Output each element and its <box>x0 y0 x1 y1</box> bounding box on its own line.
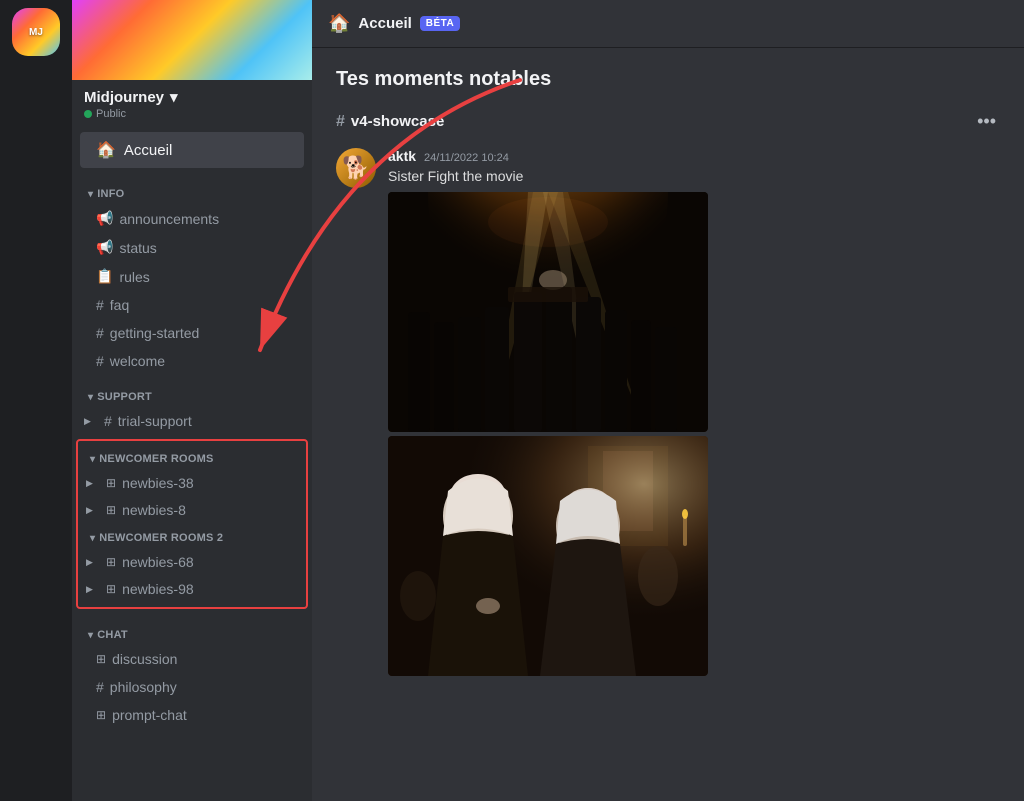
server-name-label: Midjourney <box>84 89 164 106</box>
channel-name-newbies-8: newbies-8 <box>122 502 186 518</box>
newcomer-rooms-section: ▾ NEWCOMER ROOMS ⊞ newbies-38 ⊞ newbies-… <box>76 439 308 609</box>
channel-name-faq: faq <box>110 297 129 313</box>
channel-philosophy[interactable]: # philosophy <box>80 674 304 700</box>
server-status-label: Public <box>96 108 126 120</box>
getting-started-hash-icon: # <box>96 325 104 341</box>
channel-discussion[interactable]: ⊞ discussion <box>80 646 304 672</box>
newcomer-rooms-label: NEWCOMER ROOMS <box>99 453 213 465</box>
accueil-nav-item[interactable]: 🏠 Accueil <box>80 132 304 168</box>
support-section-label: SUPPORT <box>97 391 152 403</box>
newcomer-rooms-2-label: NEWCOMER ROOMS 2 <box>99 532 223 544</box>
showcase-hash-icon: # <box>336 113 345 131</box>
message-author: aktk <box>388 148 416 164</box>
discussion-icon: ⊞ <box>96 652 106 666</box>
announcement-icon: 📢 <box>96 210 113 227</box>
newcomer-rooms-2-header[interactable]: ▾ NEWCOMER ROOMS 2 <box>78 524 306 548</box>
server-name-button[interactable]: Midjourney ▾ <box>84 88 300 106</box>
newcomer-rooms-2-arrow: ▾ <box>90 533 95 544</box>
newbies-38-icon: ⊞ <box>106 476 116 490</box>
channel-welcome[interactable]: # welcome <box>80 348 304 374</box>
chat-section-header[interactable]: ▾ CHAT <box>72 613 312 645</box>
info-section-header[interactable]: ▾ INFO <box>72 172 312 204</box>
server-info: Midjourney ▾ Public <box>72 80 312 128</box>
channel-name-announcements: announcements <box>119 211 219 227</box>
message-body: aktk 24/11/2022 10:24 Sister Fight the m… <box>388 148 1000 676</box>
message-container: 🐕 aktk 24/11/2022 10:24 Sister Fight the… <box>336 148 1000 676</box>
trial-support-hash-icon: # <box>104 413 112 429</box>
chat-section-arrow: ▾ <box>88 630 93 641</box>
newbies-8-icon: ⊞ <box>106 503 116 517</box>
message-meta: aktk 24/11/2022 10:24 <box>388 148 1000 164</box>
avatar: 🐕 <box>336 148 376 188</box>
main-title: Accueil <box>358 15 411 32</box>
server-status: Public <box>84 108 300 120</box>
newbies-68-icon: ⊞ <box>106 555 116 569</box>
rules-icon: 📋 <box>96 268 113 285</box>
channel-trial-support[interactable]: # trial-support <box>80 408 304 434</box>
info-section-arrow: ▾ <box>88 189 93 200</box>
chat-section-label: CHAT <box>97 629 128 641</box>
main-content: 🏠 Accueil BÉTA Tes moments notables # v4… <box>312 0 1024 801</box>
welcome-hash-icon: # <box>96 353 104 369</box>
message-time: 24/11/2022 10:24 <box>424 152 509 164</box>
midjourney-server-icon[interactable]: MJ <box>12 8 60 56</box>
channel-name-newbies-68: newbies-68 <box>122 554 194 570</box>
avatar-emoji: 🐕 <box>342 155 369 181</box>
channel-prompt-chat[interactable]: ⊞ prompt-chat <box>80 702 304 728</box>
message-image-top[interactable] <box>388 192 708 432</box>
channel-rules[interactable]: 📋 rules <box>80 263 304 290</box>
channel-announcements[interactable]: 📢 announcements <box>80 205 304 232</box>
more-options-button[interactable]: ••• <box>973 107 1000 136</box>
images-grid <box>388 192 708 676</box>
channel-name-trial-support: trial-support <box>118 413 192 429</box>
channel-name-prompt-chat: prompt-chat <box>112 707 187 723</box>
channel-faq[interactable]: # faq <box>80 292 304 318</box>
channel-sidebar: Midjourney ▾ Public 🏠 Accueil ▾ INFO 📢 a… <box>72 0 312 801</box>
server-sidebar: MJ <box>0 0 72 801</box>
philosophy-hash-icon: # <box>96 679 104 695</box>
main-home-icon: 🏠 <box>328 13 350 34</box>
beta-badge: BÉTA <box>420 16 460 31</box>
main-header: 🏠 Accueil BÉTA <box>312 0 1024 48</box>
channel-name-rules: rules <box>119 269 149 285</box>
channel-newbies-68[interactable]: ⊞ newbies-68 <box>82 549 302 575</box>
moments-title: Tes moments notables <box>336 68 1000 91</box>
info-section-label: INFO <box>97 188 124 200</box>
newbies-98-icon: ⊞ <box>106 582 116 596</box>
showcase-header: # v4-showcase ••• <box>336 107 1000 136</box>
showcase-channel-name: v4-showcase <box>351 113 444 130</box>
channel-getting-started[interactable]: # getting-started <box>80 320 304 346</box>
channel-name-newbies-38: newbies-38 <box>122 475 194 491</box>
faq-hash-icon: # <box>96 297 104 313</box>
server-banner <box>72 0 312 80</box>
status-dot-icon <box>84 110 92 118</box>
channel-name-newbies-98: newbies-98 <box>122 581 194 597</box>
channel-name-welcome: welcome <box>110 353 165 369</box>
newcomer-rooms-arrow: ▾ <box>90 454 95 465</box>
message-text: Sister Fight the movie <box>388 168 1000 184</box>
channel-name-status: status <box>119 240 156 256</box>
channel-newbies-8[interactable]: ⊞ newbies-8 <box>82 497 302 523</box>
accueil-label: Accueil <box>124 142 172 159</box>
channel-newbies-98[interactable]: ⊞ newbies-98 <box>82 576 302 602</box>
server-chevron-icon: ▾ <box>170 88 178 106</box>
channel-name-getting-started: getting-started <box>110 325 200 341</box>
prompt-chat-icon: ⊞ <box>96 708 106 722</box>
bottom-scene-svg <box>388 436 708 676</box>
home-icon: 🏠 <box>96 140 116 160</box>
light-beam-svg <box>388 192 708 432</box>
support-section-arrow: ▾ <box>88 392 93 403</box>
status-icon: 📢 <box>96 239 113 256</box>
channel-name-philosophy: philosophy <box>110 679 177 695</box>
showcase-channel[interactable]: # v4-showcase <box>336 113 444 131</box>
support-section-header[interactable]: ▾ SUPPORT <box>72 375 312 407</box>
channel-name-discussion: discussion <box>112 651 177 667</box>
channel-newbies-38[interactable]: ⊞ newbies-38 <box>82 470 302 496</box>
newcomer-rooms-header[interactable]: ▾ NEWCOMER ROOMS <box>78 445 306 469</box>
channel-status[interactable]: 📢 status <box>80 234 304 261</box>
content-area: Tes moments notables # v4-showcase ••• 🐕… <box>312 48 1024 801</box>
message-image-bottom[interactable] <box>388 436 708 676</box>
